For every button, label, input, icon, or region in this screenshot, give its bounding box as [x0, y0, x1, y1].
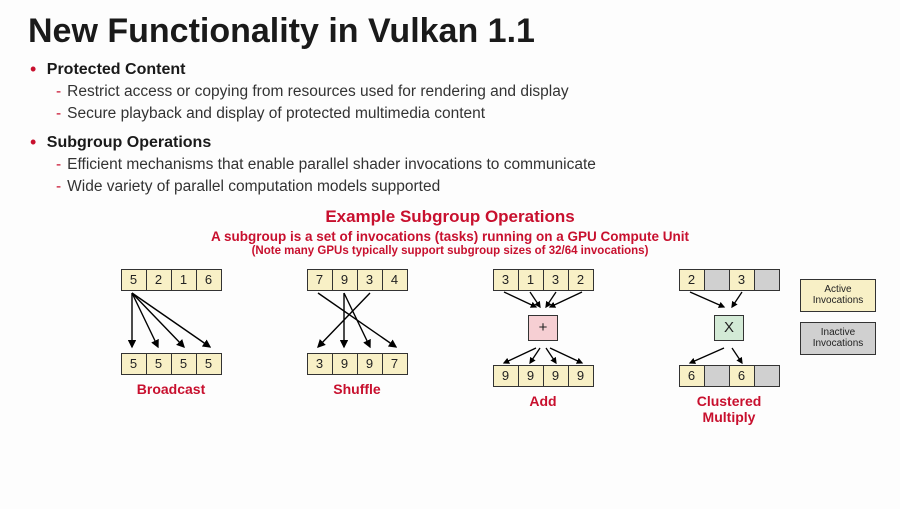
cell: 9 — [568, 365, 594, 387]
bullet-label: Protected Content — [47, 61, 186, 78]
arrows-icon — [302, 291, 412, 353]
diagram-broadcast: 5 2 1 6 5 5 5 5 Broadcast — [96, 269, 246, 397]
cell: 2 — [568, 269, 594, 291]
cell: 3 — [493, 269, 519, 291]
cell: 5 — [121, 269, 147, 291]
legend-active: ActiveInvocations — [800, 279, 876, 312]
top-row: 5 2 1 6 — [121, 269, 222, 291]
cell: 6 — [196, 269, 222, 291]
sub-bullet-text: Restrict access or copying from resource… — [67, 83, 568, 100]
top-row: 3 1 3 2 — [493, 269, 594, 291]
arrows-in-icon — [488, 291, 598, 309]
arrows-out-icon — [674, 347, 784, 365]
arrows-icon — [116, 291, 226, 353]
bullet-list: • Protected Content -Restrict access or … — [30, 59, 872, 199]
cell: 3 — [729, 269, 755, 291]
diagram-label: Shuffle — [333, 381, 380, 397]
diagram-clustered-multiply: 2 3 X 6 6 ClusteredMultiply — [654, 269, 804, 425]
cell: 5 — [171, 353, 197, 375]
cell: 9 — [518, 365, 544, 387]
arrows-in-icon — [674, 291, 784, 309]
cell: 6 — [679, 365, 705, 387]
sub-bullet-text: Secure playback and display of protected… — [67, 105, 485, 122]
bottom-row: 9 9 9 9 — [493, 365, 594, 387]
slide-title: New Functionality in Vulkan 1.1 — [28, 12, 872, 51]
sub-bullet: -Secure playback and display of protecte… — [56, 103, 872, 125]
bottom-row: 3 9 9 7 — [307, 353, 408, 375]
diagram-header: Example Subgroup Operations A subgroup i… — [28, 207, 872, 257]
diagram-subtitle: A subgroup is a set of invocations (task… — [28, 229, 872, 244]
cell: 5 — [146, 353, 172, 375]
sub-bullet: -Restrict access or copying from resourc… — [56, 81, 872, 103]
cell: 5 — [196, 353, 222, 375]
bullet-dot-icon: • — [30, 59, 36, 79]
top-row: 7 9 3 4 — [307, 269, 408, 291]
bullet-protected-content: • Protected Content -Restrict access or … — [30, 59, 872, 126]
cell: 3 — [357, 269, 383, 291]
cell: 9 — [332, 269, 358, 291]
cell: 3 — [543, 269, 569, 291]
sub-bullet: -Efficient mechanisms that enable parall… — [56, 154, 872, 176]
cell: 1 — [518, 269, 544, 291]
diagram-add: 3 1 3 2 + 9 9 9 — [468, 269, 618, 409]
sub-bullet-text: Wide variety of parallel computation mod… — [67, 178, 440, 195]
legend-inactive: InactiveInvocations — [800, 322, 876, 355]
diagram-title: Example Subgroup Operations — [28, 207, 872, 227]
cell-inactive — [704, 365, 730, 387]
cell: 4 — [382, 269, 408, 291]
cell: 2 — [146, 269, 172, 291]
legend: ActiveInvocations InactiveInvocations — [800, 279, 876, 355]
diagram-shuffle: 7 9 3 4 3 9 9 7 Shuffle — [282, 269, 432, 397]
cell: 6 — [729, 365, 755, 387]
diagram-label: ClusteredMultiply — [697, 393, 762, 425]
cell: 7 — [307, 269, 333, 291]
top-row: 2 3 — [679, 269, 780, 291]
cell-inactive — [704, 269, 730, 291]
cell-inactive — [754, 269, 780, 291]
cell: 9 — [493, 365, 519, 387]
bullet-label: Subgroup Operations — [47, 134, 211, 151]
sub-bullet-text: Efficient mechanisms that enable paralle… — [67, 156, 596, 173]
diagram-label: Broadcast — [137, 381, 205, 397]
bottom-row: 5 5 5 5 — [121, 353, 222, 375]
cell: 9 — [332, 353, 358, 375]
bullet-subgroup-operations: • Subgroup Operations -Efficient mechani… — [30, 132, 872, 199]
op-box-multiply: X — [714, 315, 744, 341]
arrows-out-icon — [488, 347, 598, 365]
diagram-row: 5 2 1 6 5 5 5 5 Broadcast 7 9 3 4 — [28, 269, 872, 425]
cell: 7 — [382, 353, 408, 375]
cell: 5 — [121, 353, 147, 375]
diagram-label: Add — [529, 393, 556, 409]
cell: 3 — [307, 353, 333, 375]
diagram-note: (Note many GPUs typically support subgro… — [28, 245, 872, 257]
cell: 1 — [171, 269, 197, 291]
cell: 9 — [543, 365, 569, 387]
bottom-row: 6 6 — [679, 365, 780, 387]
cell-inactive — [754, 365, 780, 387]
sub-bullet: -Wide variety of parallel computation mo… — [56, 176, 872, 198]
cell: 2 — [679, 269, 705, 291]
cell: 9 — [357, 353, 383, 375]
op-box-add: + — [528, 315, 558, 341]
bullet-dot-icon: • — [30, 132, 36, 152]
